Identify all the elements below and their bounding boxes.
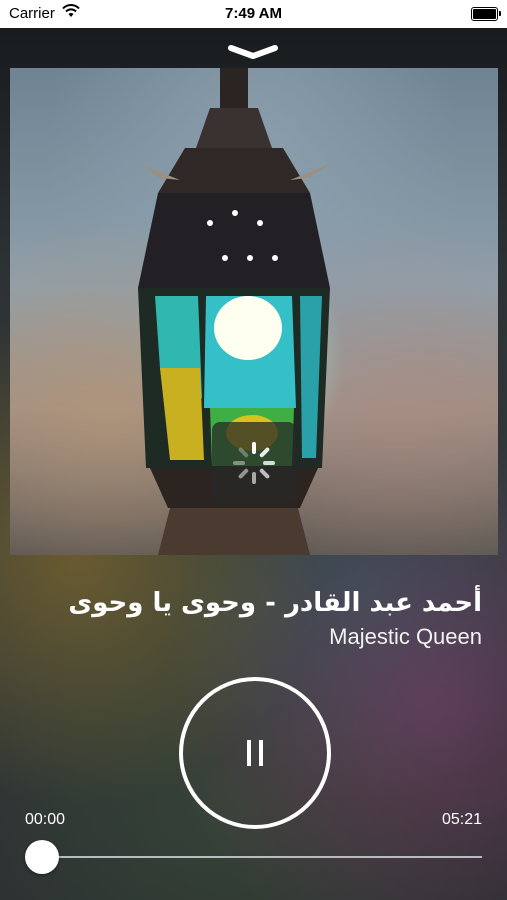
- status-bar: Carrier 7:49 AM: [0, 0, 507, 28]
- progress-track[interactable]: [42, 856, 482, 858]
- song-title: أحمد عبد القادر - وحوى يا وحوى: [68, 588, 482, 618]
- loading-spinner: [212, 422, 296, 504]
- pause-button[interactable]: [179, 677, 331, 829]
- artist-name: Majestic Queen: [329, 624, 482, 649]
- elapsed-time: 00:00: [25, 811, 66, 828]
- battery-icon: [471, 7, 501, 21]
- pause-icon: [246, 740, 264, 771]
- progress-slider-thumb[interactable]: [25, 840, 59, 874]
- chevron-down-icon[interactable]: [227, 44, 279, 65]
- status-time: 7:49 AM: [225, 5, 282, 22]
- total-duration: 05:21: [441, 811, 482, 828]
